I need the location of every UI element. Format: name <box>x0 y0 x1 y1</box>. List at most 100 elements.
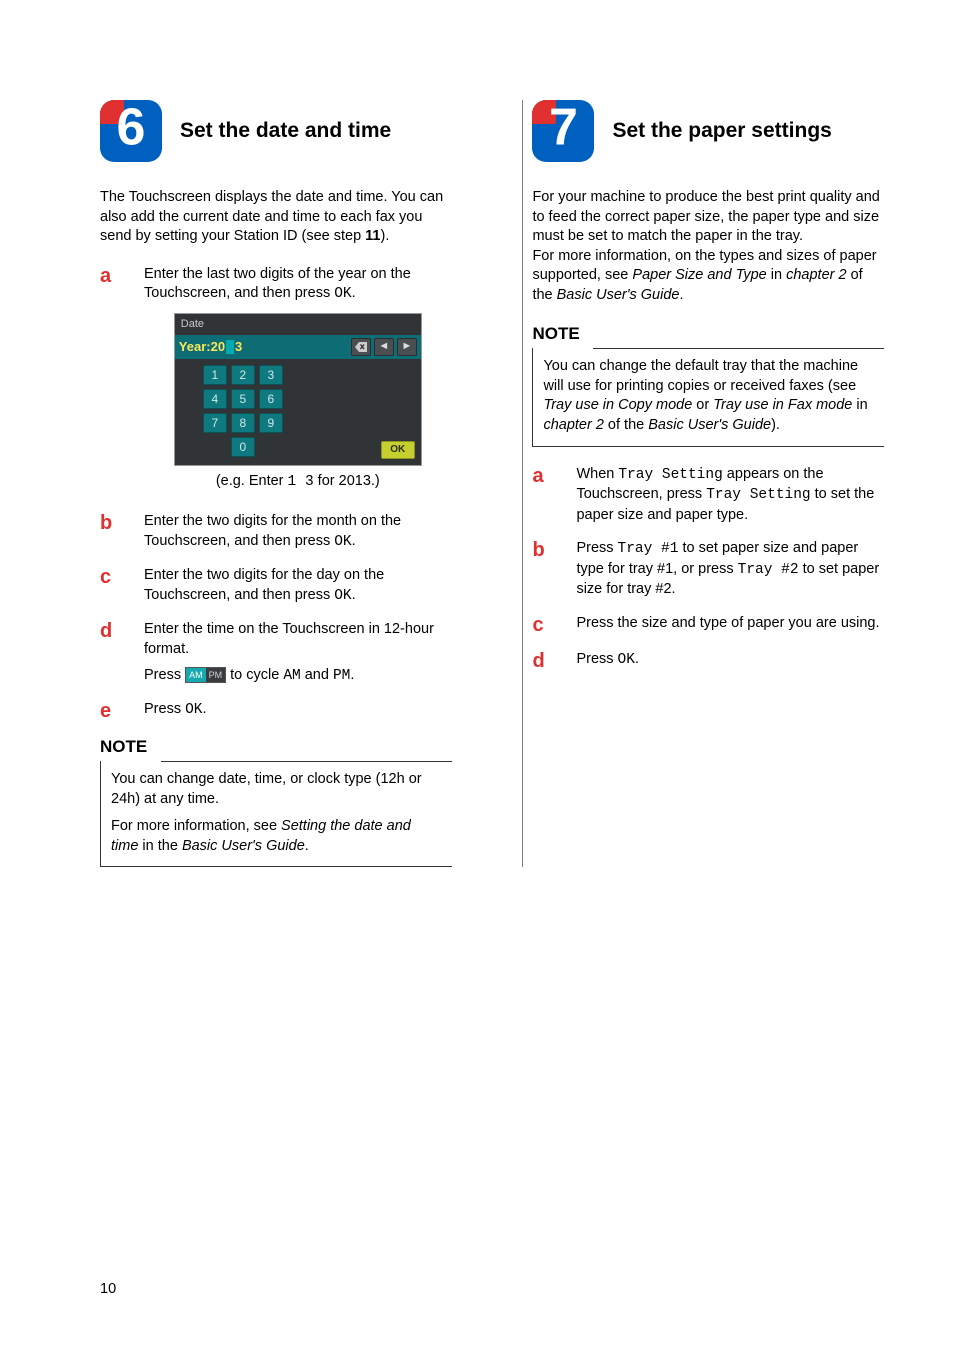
ok-text: OK <box>185 702 202 718</box>
prev-icon[interactable]: ◄ <box>374 338 394 356</box>
em-text: chapter 2 <box>786 267 846 283</box>
mono-text: Tray Setting <box>706 487 810 503</box>
column-divider <box>522 100 523 867</box>
substep-a: a When Tray Setting appears on the Touch… <box>532 465 884 526</box>
key-6[interactable]: 6 <box>259 389 283 409</box>
substep-letter: e <box>100 700 144 722</box>
text: . <box>305 838 309 854</box>
text: Press <box>144 701 185 717</box>
em-text: Basic User's Guide <box>182 838 305 854</box>
year-label: Year:203 <box>175 335 351 359</box>
substep-c: c Enter the two digits for the day on th… <box>100 566 452 606</box>
intro-post: ). <box>381 228 390 244</box>
mono-text: Tray Setting <box>618 467 722 483</box>
note-box: You can change date, time, or clock type… <box>100 761 452 867</box>
step-7-intro2: For more information, on the types and s… <box>532 247 884 306</box>
step-7-intro1: For your machine to produce the best pri… <box>532 188 884 247</box>
step-6-badge: 6 <box>100 100 162 162</box>
touchscreen: Date Year:203 ◄ ► <box>174 313 422 466</box>
step-7-substeps: a When Tray Setting appears on the Touch… <box>532 465 884 672</box>
key-spacer <box>203 437 227 457</box>
em-text: Tray use in Copy mode <box>543 397 692 413</box>
page-number: 10 <box>100 1280 116 1300</box>
substep-body: Enter the two digits for the month on th… <box>144 512 452 552</box>
year-prefix: Year:20 <box>179 338 225 356</box>
ok-text: OK <box>334 588 351 604</box>
substep-d: d Enter the time on the Touchscreen in 1… <box>100 620 452 686</box>
text: . <box>352 587 356 603</box>
touchscreen-figure: Date Year:203 ◄ ► <box>144 313 452 492</box>
d-line2: Press AMPM to cycle AM and PM. <box>144 666 452 687</box>
step-7-badge: 7 <box>532 100 594 162</box>
ampm-icon: AMPM <box>185 667 226 683</box>
em-text: chapter 2 <box>543 417 603 433</box>
text: . <box>679 287 683 303</box>
key-1[interactable]: 1 <box>203 365 227 385</box>
key-0[interactable]: 0 <box>231 437 255 457</box>
key-4[interactable]: 4 <box>203 389 227 409</box>
substep-letter: c <box>532 614 576 636</box>
backspace-icon[interactable] <box>351 338 371 356</box>
text: Enter the last two digits of the year on… <box>144 266 411 302</box>
note-p2: For more information, see Setting the da… <box>111 817 442 856</box>
step-6-header: 6 Set the date and time <box>100 100 452 162</box>
screen-title: Date <box>175 314 421 335</box>
screen-caption: (e.g. Enter 1 3 for 2013.) <box>216 472 380 493</box>
ok-button[interactable]: OK <box>381 441 415 459</box>
text: . <box>352 533 356 549</box>
text: for 2013.) <box>314 473 380 489</box>
substep-body: Press OK. <box>576 650 884 672</box>
text: Press <box>576 540 617 556</box>
key-row: 7 8 9 <box>203 413 413 433</box>
key-row: 1 2 3 <box>203 365 413 385</box>
note-p: You can change the default tray that the… <box>543 357 874 435</box>
substep-body: Press Tray #1 to set paper size and pape… <box>576 539 884 600</box>
substep-letter: d <box>100 620 144 686</box>
substep-e: e Press OK. <box>100 700 452 722</box>
em-text: Basic User's Guide <box>557 287 680 303</box>
key-8[interactable]: 8 <box>231 413 255 433</box>
substep-b: b Press Tray #1 to set paper size and pa… <box>532 539 884 600</box>
key-9[interactable]: 9 <box>259 413 283 433</box>
substep-text: Enter the last two digits of the year on… <box>144 265 452 305</box>
substep-a: a Enter the last two digits of the year … <box>100 265 452 499</box>
two-column-layout: 6 Set the date and time The Touchscreen … <box>100 100 884 867</box>
text: . <box>350 667 354 683</box>
substep-b: b Enter the two digits for the month on … <box>100 512 452 552</box>
text: You can change the default tray that the… <box>543 358 858 394</box>
key-7[interactable]: 7 <box>203 413 227 433</box>
key-5[interactable]: 5 <box>231 389 255 409</box>
text: or <box>692 397 713 413</box>
substep-body: Press the size and type of paper you are… <box>576 614 884 636</box>
step-6-title: Set the date and time <box>180 117 391 145</box>
intro-text: The Touchscreen displays the date and ti… <box>100 189 443 244</box>
ok-text: OK <box>334 534 351 550</box>
step-7-title: Set the paper settings <box>612 117 831 145</box>
page: 6 Set the date and time The Touchscreen … <box>0 0 954 1350</box>
text: For more information, see <box>111 818 281 834</box>
text: Enter the two digits for the month on th… <box>144 513 401 549</box>
pm-label: PM <box>206 668 226 682</box>
mono-text: Tray #1 <box>618 541 679 557</box>
text: . <box>203 701 207 717</box>
next-icon[interactable]: ► <box>397 338 417 356</box>
substep-body: Enter the time on the Touchscreen in 12-… <box>144 620 452 686</box>
text: in <box>767 267 786 283</box>
mono-text: AM <box>283 668 300 684</box>
left-column: 6 Set the date and time The Touchscreen … <box>100 100 452 867</box>
note-box: You can change the default tray that the… <box>532 348 884 446</box>
text: of the <box>604 417 648 433</box>
text: Press <box>144 667 185 683</box>
em-text: Tray use in Fax mode <box>713 397 852 413</box>
substep-d: d Press OK. <box>532 650 884 672</box>
key-2[interactable]: 2 <box>231 365 255 385</box>
d-line1: Enter the time on the Touchscreen in 12-… <box>144 620 452 659</box>
substep-letter: c <box>100 566 144 606</box>
substep-body: Enter the two digits for the day on the … <box>144 566 452 606</box>
note-block: NOTE You can change the default tray tha… <box>532 323 884 446</box>
text: Press <box>576 651 617 667</box>
substep-letter: a <box>532 465 576 526</box>
key-3[interactable]: 3 <box>259 365 283 385</box>
text: . <box>352 285 356 301</box>
mono-text: 1 3 <box>288 474 314 490</box>
